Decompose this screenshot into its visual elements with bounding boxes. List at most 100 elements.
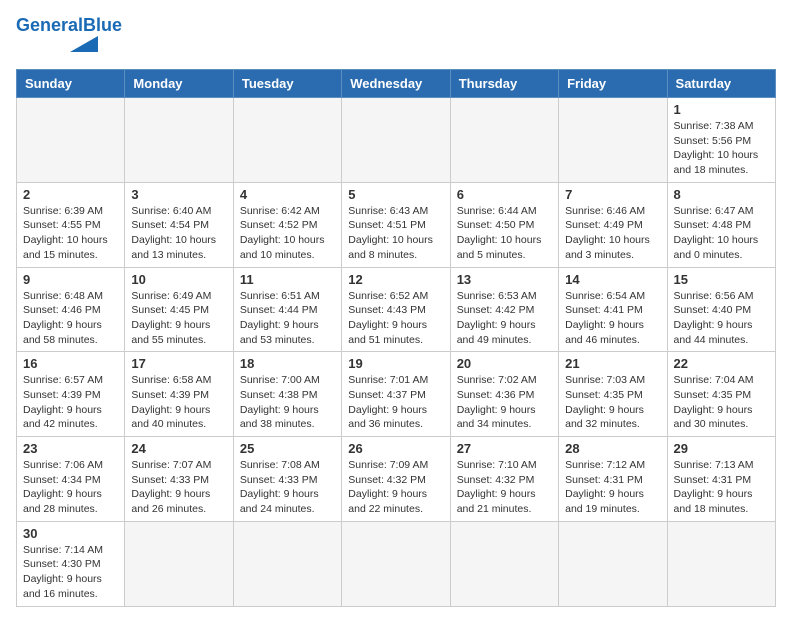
day-info: Sunrise: 6:53 AM Sunset: 4:42 PM Dayligh… — [457, 289, 552, 348]
calendar-day-cell: 22 Sunrise: 7:04 AM Sunset: 4:35 PM Dayli… — [667, 352, 775, 437]
day-number: 28 — [565, 441, 660, 456]
day-info: Sunrise: 6:51 AM Sunset: 4:44 PM Dayligh… — [240, 289, 335, 348]
calendar-day-cell: 9 Sunrise: 6:48 AM Sunset: 4:46 PM Daylig… — [17, 267, 125, 352]
day-info: Sunrise: 6:40 AM Sunset: 4:54 PM Dayligh… — [131, 204, 226, 263]
calendar-day-cell — [559, 98, 667, 183]
day-number: 13 — [457, 272, 552, 287]
day-info: Sunrise: 7:14 AM Sunset: 4:30 PM Dayligh… — [23, 543, 118, 602]
day-info: Sunrise: 7:07 AM Sunset: 4:33 PM Dayligh… — [131, 458, 226, 517]
calendar-week-row: 23 Sunrise: 7:06 AM Sunset: 4:34 PM Dayli… — [17, 437, 776, 522]
calendar-day-cell: 30Sunrise: 7:14 AM Sunset: 4:30 PM Dayli… — [17, 521, 125, 606]
weekday-header-saturday: Saturday — [667, 70, 775, 98]
day-info: Sunrise: 7:06 AM Sunset: 4:34 PM Dayligh… — [23, 458, 118, 517]
calendar-day-cell: 13 Sunrise: 6:53 AM Sunset: 4:42 PM Dayli… — [450, 267, 558, 352]
day-info: Sunrise: 7:12 AM Sunset: 4:31 PM Dayligh… — [565, 458, 660, 517]
calendar-day-cell: 25 Sunrise: 7:08 AM Sunset: 4:33 PM Dayli… — [233, 437, 341, 522]
day-number: 3 — [131, 187, 226, 202]
calendar-day-cell: 11 Sunrise: 6:51 AM Sunset: 4:44 PM Dayli… — [233, 267, 341, 352]
weekday-header-tuesday: Tuesday — [233, 70, 341, 98]
calendar-day-cell: 18Sunrise: 7:00 AM Sunset: 4:38 PM Dayli… — [233, 352, 341, 437]
calendar-day-cell — [667, 521, 775, 606]
day-number: 23 — [23, 441, 118, 456]
calendar-day-cell: 28 Sunrise: 7:12 AM Sunset: 4:31 PM Dayli… — [559, 437, 667, 522]
calendar-day-cell: 10 Sunrise: 6:49 AM Sunset: 4:45 PM Dayli… — [125, 267, 233, 352]
day-number: 9 — [23, 272, 118, 287]
calendar-day-cell: 4Sunrise: 6:42 AM Sunset: 4:52 PM Daylig… — [233, 182, 341, 267]
calendar-day-cell — [450, 521, 558, 606]
day-number: 1 — [674, 102, 769, 117]
day-number: 12 — [348, 272, 443, 287]
day-info: Sunrise: 7:02 AM Sunset: 4:36 PM Dayligh… — [457, 373, 552, 432]
day-info: Sunrise: 6:52 AM Sunset: 4:43 PM Dayligh… — [348, 289, 443, 348]
day-number: 2 — [23, 187, 118, 202]
day-number: 19 — [348, 356, 443, 371]
day-number: 20 — [457, 356, 552, 371]
day-info: Sunrise: 7:10 AM Sunset: 4:32 PM Dayligh… — [457, 458, 552, 517]
calendar-day-cell: 16 Sunrise: 6:57 AM Sunset: 4:39 PM Dayli… — [17, 352, 125, 437]
day-number: 5 — [348, 187, 443, 202]
weekday-header-row: SundayMondayTuesdayWednesdayThursdayFrid… — [17, 70, 776, 98]
day-info: Sunrise: 6:57 AM Sunset: 4:39 PM Dayligh… — [23, 373, 118, 432]
calendar-day-cell: 23 Sunrise: 7:06 AM Sunset: 4:34 PM Dayli… — [17, 437, 125, 522]
calendar-day-cell: 8Sunrise: 6:47 AM Sunset: 4:48 PM Daylig… — [667, 182, 775, 267]
day-number: 17 — [131, 356, 226, 371]
day-number: 8 — [674, 187, 769, 202]
day-number: 7 — [565, 187, 660, 202]
day-info: Sunrise: 6:44 AM Sunset: 4:50 PM Dayligh… — [457, 204, 552, 263]
day-number: 10 — [131, 272, 226, 287]
calendar-day-cell — [233, 98, 341, 183]
day-info: Sunrise: 6:43 AM Sunset: 4:51 PM Dayligh… — [348, 204, 443, 263]
calendar-day-cell: 6 Sunrise: 6:44 AM Sunset: 4:50 PM Daylig… — [450, 182, 558, 267]
calendar-day-cell: 17 Sunrise: 6:58 AM Sunset: 4:39 PM Dayli… — [125, 352, 233, 437]
calendar-day-cell — [125, 98, 233, 183]
day-number: 11 — [240, 272, 335, 287]
day-info: Sunrise: 6:54 AM Sunset: 4:41 PM Dayligh… — [565, 289, 660, 348]
day-info: Sunrise: 7:09 AM Sunset: 4:32 PM Dayligh… — [348, 458, 443, 517]
day-info: Sunrise: 7:08 AM Sunset: 4:33 PM Dayligh… — [240, 458, 335, 517]
day-info: Sunrise: 6:58 AM Sunset: 4:39 PM Dayligh… — [131, 373, 226, 432]
day-info: Sunrise: 6:46 AM Sunset: 4:49 PM Dayligh… — [565, 204, 660, 263]
day-info: Sunrise: 6:48 AM Sunset: 4:46 PM Dayligh… — [23, 289, 118, 348]
day-number: 27 — [457, 441, 552, 456]
day-info: Sunrise: 7:13 AM Sunset: 4:31 PM Dayligh… — [674, 458, 769, 517]
calendar-day-cell — [17, 98, 125, 183]
calendar-week-row: 30Sunrise: 7:14 AM Sunset: 4:30 PM Dayli… — [17, 521, 776, 606]
day-info: Sunrise: 6:56 AM Sunset: 4:40 PM Dayligh… — [674, 289, 769, 348]
calendar-week-row: 2Sunrise: 6:39 AM Sunset: 4:55 PM Daylig… — [17, 182, 776, 267]
calendar-day-cell: 20 Sunrise: 7:02 AM Sunset: 4:36 PM Dayli… — [450, 352, 558, 437]
calendar: SundayMondayTuesdayWednesdayThursdayFrid… — [16, 69, 776, 607]
day-info: Sunrise: 6:49 AM Sunset: 4:45 PM Dayligh… — [131, 289, 226, 348]
day-number: 6 — [457, 187, 552, 202]
logo-blue: Blue — [83, 15, 122, 35]
day-number: 26 — [348, 441, 443, 456]
day-info: Sunrise: 7:01 AM Sunset: 4:37 PM Dayligh… — [348, 373, 443, 432]
calendar-day-cell: 14Sunrise: 6:54 AM Sunset: 4:41 PM Dayli… — [559, 267, 667, 352]
weekday-header-sunday: Sunday — [17, 70, 125, 98]
calendar-day-cell — [342, 521, 450, 606]
calendar-day-cell: 7 Sunrise: 6:46 AM Sunset: 4:49 PM Daylig… — [559, 182, 667, 267]
logo: GeneralBlue — [16, 16, 122, 57]
calendar-week-row: 1 Sunrise: 7:38 AM Sunset: 5:56 PM Daylig… — [17, 98, 776, 183]
day-info: Sunrise: 7:38 AM Sunset: 5:56 PM Dayligh… — [674, 119, 769, 178]
day-number: 24 — [131, 441, 226, 456]
day-info: Sunrise: 7:04 AM Sunset: 4:35 PM Dayligh… — [674, 373, 769, 432]
calendar-day-cell — [342, 98, 450, 183]
calendar-day-cell — [125, 521, 233, 606]
day-number: 18 — [240, 356, 335, 371]
calendar-day-cell: 27 Sunrise: 7:10 AM Sunset: 4:32 PM Dayli… — [450, 437, 558, 522]
weekday-header-wednesday: Wednesday — [342, 70, 450, 98]
day-number: 16 — [23, 356, 118, 371]
calendar-day-cell: 3 Sunrise: 6:40 AM Sunset: 4:54 PM Daylig… — [125, 182, 233, 267]
logo-text: GeneralBlue — [16, 16, 122, 34]
calendar-day-cell: 12 Sunrise: 6:52 AM Sunset: 4:43 PM Dayli… — [342, 267, 450, 352]
day-number: 25 — [240, 441, 335, 456]
logo-general: General — [16, 15, 83, 35]
calendar-day-cell: 24 Sunrise: 7:07 AM Sunset: 4:33 PM Dayli… — [125, 437, 233, 522]
calendar-day-cell: 1 Sunrise: 7:38 AM Sunset: 5:56 PM Daylig… — [667, 98, 775, 183]
calendar-day-cell: 21 Sunrise: 7:03 AM Sunset: 4:35 PM Dayli… — [559, 352, 667, 437]
day-info: Sunrise: 7:03 AM Sunset: 4:35 PM Dayligh… — [565, 373, 660, 432]
day-number: 22 — [674, 356, 769, 371]
day-number: 21 — [565, 356, 660, 371]
calendar-day-cell: 29Sunrise: 7:13 AM Sunset: 4:31 PM Dayli… — [667, 437, 775, 522]
calendar-day-cell — [450, 98, 558, 183]
